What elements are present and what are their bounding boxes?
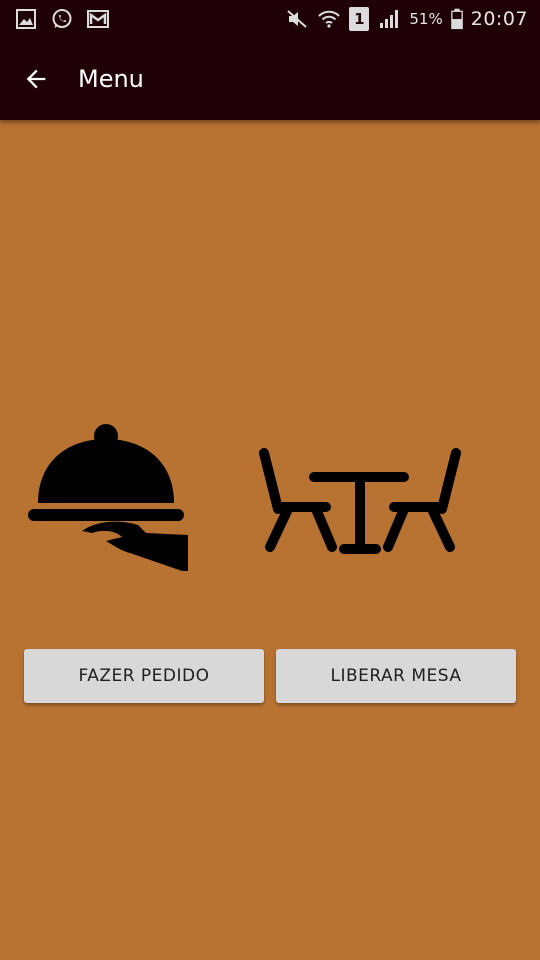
mute-icon [287, 10, 308, 28]
notification-icons [14, 0, 110, 38]
sim-label: 1 [354, 10, 365, 28]
illustrations [0, 415, 540, 575]
sim-icon: 1 [349, 7, 370, 31]
gallery-icon [16, 9, 36, 29]
clock: 20:07 [470, 8, 528, 30]
page-title: Menu [78, 65, 144, 93]
app-bar: Menu [0, 38, 540, 120]
serving-cloche-icon [28, 424, 188, 571]
battery-percent: 51% [409, 10, 443, 28]
release-table-button[interactable]: LIBERAR MESA [276, 649, 516, 703]
whatsapp-icon [52, 9, 72, 28]
table-chairs-icon [259, 448, 461, 554]
order-button[interactable]: FAZER PEDIDO [24, 649, 264, 703]
back-button[interactable] [10, 53, 62, 105]
action-buttons: FAZER PEDIDO LIBERAR MESA [24, 649, 516, 703]
arrow-left-icon [26, 69, 46, 89]
battery-icon [450, 8, 463, 30]
signal-icon [380, 10, 399, 28]
system-indicators: 1 51% 20:07 [285, 0, 528, 38]
gmail-icon [87, 10, 109, 28]
status-bar: 1 51% 20:07 [0, 0, 540, 38]
wifi-icon [318, 10, 341, 28]
